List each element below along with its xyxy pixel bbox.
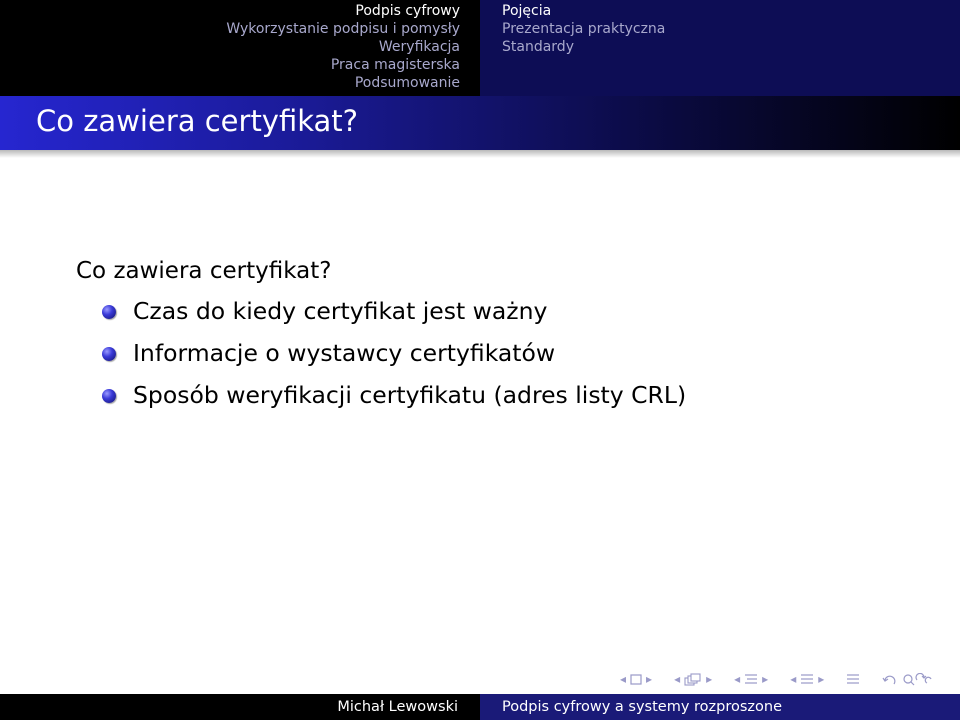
nav-section-podpis-cyfrowy[interactable]: Podpis cyfrowy: [355, 2, 460, 20]
title-shadow: [0, 150, 960, 158]
frame-icon[interactable]: [684, 672, 702, 686]
slide-next-icon[interactable]: ▸: [646, 672, 652, 686]
slide-icon[interactable]: [630, 673, 642, 685]
section-navigation: Podpis cyfrowy Wykorzystanie podpisu i p…: [0, 0, 480, 96]
header-navigation: Podpis cyfrowy Wykorzystanie podpisu i p…: [0, 0, 960, 96]
subsection-navigation: Pojęcia Prezentacja praktyczna Standardy: [480, 0, 960, 96]
content-heading: Co zawiera certyfikat?: [76, 258, 332, 284]
bullet-icon: [102, 305, 116, 319]
bullet-icon: [102, 347, 116, 361]
list-item-text: Czas do kiedy certyfikat jest ważny: [133, 297, 548, 325]
nav-subsection-prezentacja[interactable]: Prezentacja praktyczna: [502, 20, 665, 38]
nav-section-wykorzystanie[interactable]: Wykorzystanie podpisu i pomysły: [226, 20, 460, 38]
search-icon[interactable]: [902, 672, 932, 686]
bullet-list: Czas do kiedy certyfikat jest ważny Info…: [76, 296, 686, 422]
bullet-icon: [102, 389, 116, 403]
footer-author: Michał Lewowski: [0, 694, 480, 720]
list-item: Czas do kiedy certyfikat jest ważny: [102, 296, 547, 338]
slide-content: Co zawiera certyfikat? Czas do kiedy cer…: [76, 258, 686, 422]
section-next-icon[interactable]: ▸: [818, 672, 824, 686]
slide-prev-icon[interactable]: ◂: [620, 672, 626, 686]
nav-subsection-pojecia[interactable]: Pojęcia: [502, 2, 551, 20]
list-item-text: Informacje o wystawcy certyfikatów: [133, 339, 556, 367]
section-icon[interactable]: [800, 673, 814, 685]
navigation-symbols: ◂ ▸ ◂ ▸ ◂ ▸ ◂ ▸: [620, 670, 932, 688]
nav-section-podsumowanie[interactable]: Podsumowanie: [355, 74, 460, 92]
nav-section-praca-magisterska[interactable]: Praca magisterska: [331, 56, 460, 74]
appendix-icon[interactable]: [846, 673, 860, 685]
nav-subsection-standardy[interactable]: Standardy: [502, 38, 574, 56]
back-icon[interactable]: [882, 673, 898, 686]
footline: Michał Lewowski Podpis cyfrowy a systemy…: [0, 694, 960, 720]
list-item: Informacje o wystawcy certyfikatów: [102, 338, 555, 380]
frame-title: Co zawiera certyfikat?: [36, 104, 359, 138]
frame-next-icon[interactable]: ▸: [706, 672, 712, 686]
frame-title-bar: Co zawiera certyfikat?: [0, 96, 960, 150]
section-prev-icon[interactable]: ◂: [790, 672, 796, 686]
list-item: Sposób weryfikacji certyfikatu (adres li…: [102, 380, 686, 422]
subsection-prev-icon[interactable]: ◂: [734, 672, 740, 686]
subsection-icon[interactable]: [744, 673, 758, 685]
footer-title: Podpis cyfrowy a systemy rozproszone: [480, 694, 960, 720]
subsection-next-icon[interactable]: ▸: [762, 672, 768, 686]
frame-prev-icon[interactable]: ◂: [674, 672, 680, 686]
nav-section-weryfikacja[interactable]: Weryfikacja: [379, 38, 460, 56]
list-item-text: Sposób weryfikacji certyfikatu (adres li…: [133, 381, 687, 409]
